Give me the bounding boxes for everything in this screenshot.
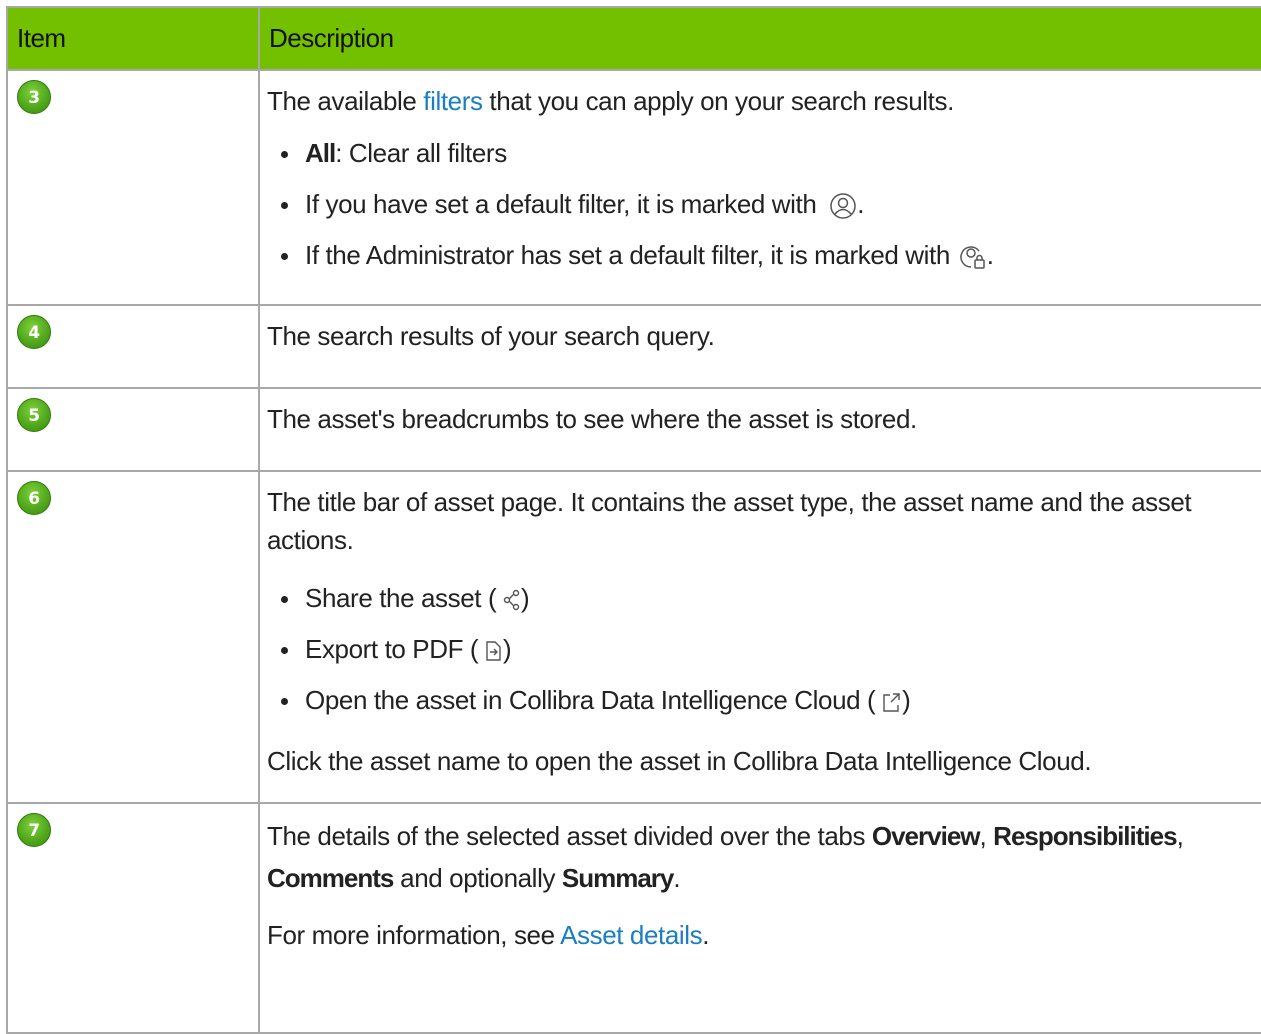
item-cell: 4 — [6, 304, 260, 389]
number-badge: 3 — [17, 80, 51, 114]
description-cell: The asset's breadcrumbs to see where the… — [258, 387, 1261, 472]
filters-link[interactable]: filters — [423, 86, 483, 116]
number-badge: 7 — [17, 813, 51, 847]
bullet-list: All: Clear all filters If you have set a… — [267, 128, 1256, 281]
user-lock-icon — [959, 243, 987, 271]
bold-text: Summary — [561, 863, 674, 893]
export-pdf-icon — [485, 640, 503, 662]
table-row: 3 The available filters that you can app… — [6, 69, 1261, 306]
text-span: ) — [503, 634, 512, 664]
list-item: Share the asset ( ) — [281, 573, 1256, 624]
bullet-list: Share the asset ( ) Export to PDF ( ) Op… — [267, 573, 1256, 726]
description-text: For more information, see Asset details. — [267, 916, 1256, 954]
items-table: Item Description 3 The available filters… — [6, 6, 1261, 1034]
description-text: The available filters that you can apply… — [267, 82, 1256, 120]
header-row: Item Description — [6, 6, 1261, 71]
text-span: . — [673, 863, 681, 893]
item-cell: 5 — [6, 387, 260, 472]
description-cell: The details of the selected asset divide… — [258, 802, 1261, 1034]
table-row: 5 The asset's breadcrumbs to see where t… — [6, 387, 1261, 472]
share-icon — [503, 589, 521, 611]
text-span: . — [857, 189, 865, 219]
text-span: For more information, see — [267, 920, 561, 950]
description-cell: The title bar of asset page. It contains… — [258, 470, 1261, 804]
bold-text: Comments — [267, 863, 394, 893]
description-text: Click the asset name to open the asset i… — [267, 746, 1092, 776]
list-item: Export to PDF ( ) — [281, 624, 1256, 675]
bold-text: Overview — [871, 821, 981, 851]
text-span: The details of the selected asset divide… — [267, 821, 872, 851]
bold-text: Responsibilities — [993, 821, 1177, 851]
description-text: The asset's breadcrumbs to see where the… — [267, 404, 917, 434]
text-span: The available — [267, 86, 424, 116]
list-item: If the Administrator has set a default f… — [281, 230, 1256, 281]
text-span: ) — [521, 583, 530, 613]
header-item: Item — [6, 6, 260, 71]
item-cell: 7 — [6, 802, 260, 1034]
list-item: Open the asset in Collibra Data Intellig… — [281, 675, 1256, 726]
description-text: The title bar of asset page. It contains… — [267, 487, 1192, 555]
text-span: that you can apply on your search result… — [482, 86, 954, 116]
item-cell: 6 — [6, 470, 260, 804]
text-span: If the Administrator has set a default f… — [305, 240, 950, 270]
asset-details-link[interactable]: Asset details — [560, 920, 703, 950]
text-span: . — [702, 920, 710, 950]
number-badge: 6 — [17, 481, 51, 515]
table-row: 7 The details of the selected asset divi… — [6, 802, 1261, 1034]
number-badge: 4 — [17, 315, 51, 349]
text-span: , — [1176, 821, 1184, 851]
header-description: Description — [258, 6, 1261, 71]
number-badge: 5 — [17, 398, 51, 432]
text-span: and optionally — [393, 863, 562, 893]
text-span: : Clear all filters — [335, 138, 507, 168]
description-cell: The available filters that you can apply… — [258, 69, 1261, 306]
table-row: 6 The title bar of asset page. It contai… — [6, 470, 1261, 804]
list-item: If you have set a default filter, it is … — [281, 179, 1256, 230]
list-item: All: Clear all filters — [281, 128, 1256, 179]
external-link-icon — [882, 691, 902, 713]
text-span: Open the asset in Collibra Data Intellig… — [305, 685, 876, 715]
item-cell: 3 — [6, 69, 260, 306]
table-row: 4 The search results of your search quer… — [6, 304, 1261, 389]
text-span: Export to PDF ( — [305, 634, 479, 664]
text-span: If you have set a default filter, it is … — [305, 189, 817, 219]
description-text: The details of the selected asset divide… — [267, 815, 1256, 899]
text-span: , — [979, 821, 994, 851]
bold-text: All — [305, 138, 336, 168]
text-span: Share the asset ( — [305, 583, 497, 613]
text-span: ) — [902, 685, 911, 715]
user-circle-icon — [829, 192, 857, 220]
description-cell: The search results of your search query. — [258, 304, 1261, 389]
items-table-container: Item Description 3 The available filters… — [6, 6, 1261, 1034]
description-text: The search results of your search query. — [267, 321, 715, 351]
text-span: . — [986, 240, 994, 270]
